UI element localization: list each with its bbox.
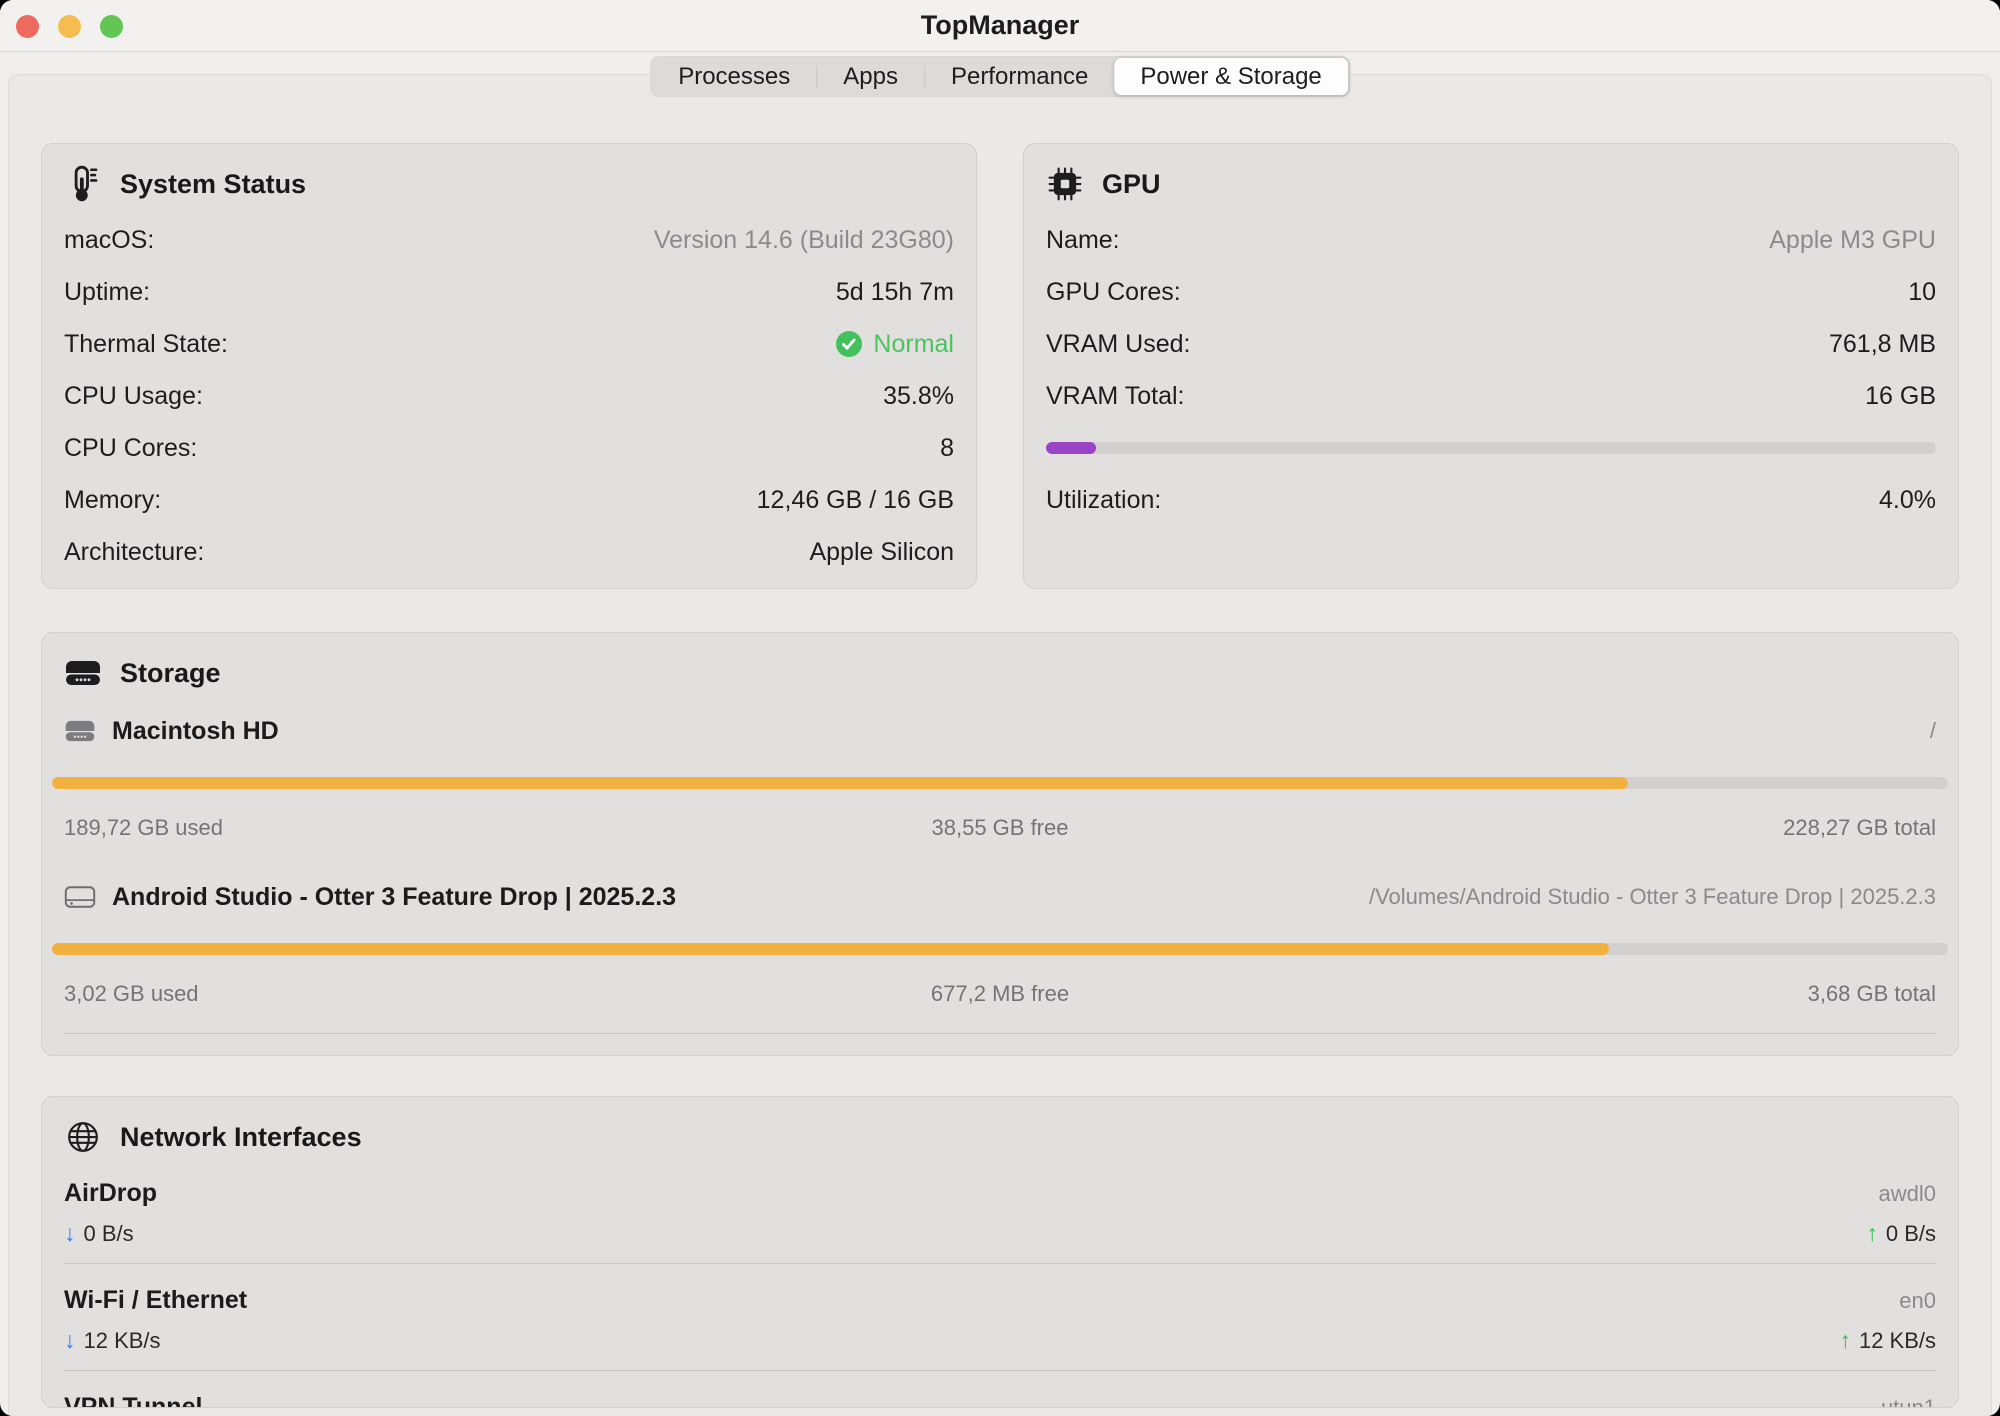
window-controls: [16, 0, 123, 52]
volume-name: Macintosh HD: [112, 717, 1914, 746]
storage-title: Storage: [120, 658, 221, 689]
window-title: TopManager: [0, 10, 2000, 41]
volume-row-macintosh-hd: Macintosh HD /: [64, 709, 1936, 753]
memory-row: Memory: 12,46 GB / 16 GB: [64, 474, 954, 526]
row-divider: [64, 1263, 1936, 1264]
external-drive-icon: [64, 884, 96, 910]
cpu-usage-row: CPU Usage: 35.8%: [64, 370, 954, 422]
volume-usage-fill: [52, 777, 1628, 789]
thermometer-icon: [64, 165, 102, 203]
close-window-button[interactable]: [16, 15, 39, 38]
interface-name: AirDrop: [64, 1179, 157, 1208]
gpu-utilization-row: Utilization: 4.0%: [1046, 474, 1936, 526]
used-label: 189,72 GB used: [64, 815, 688, 841]
architecture-row: Architecture: Apple Silicon: [64, 526, 954, 578]
thermal-state-row: Thermal State: Normal: [64, 318, 954, 370]
zoom-window-button[interactable]: [100, 15, 123, 38]
minimize-window-button[interactable]: [58, 15, 81, 38]
volume-usage-bar: [52, 777, 1948, 789]
check-circle-icon: [835, 330, 863, 358]
download-speed: ↓ 0 B/s: [64, 1220, 134, 1247]
upload-speed: ↑ 12 KB/s: [1839, 1327, 1936, 1354]
cpu-chip-icon: [1046, 167, 1084, 201]
free-label: 677,2 MB free: [688, 981, 1312, 1007]
interface-row-vpn-tunnel: VPN Tunnel utun1: [64, 1393, 1936, 1408]
volume-stats: 3,02 GB used 677,2 MB free 3,68 GB total: [64, 981, 1936, 1007]
upload-arrow-icon: ↑: [1839, 1327, 1851, 1354]
total-label: 228,27 GB total: [1312, 815, 1936, 841]
interface-name: Wi-Fi / Ethernet: [64, 1286, 247, 1315]
internal-drive-icon: [64, 659, 102, 687]
internal-drive-icon: [64, 719, 96, 743]
tab-bar: Processes Apps Performance Power & Stora…: [650, 56, 1350, 97]
total-label: 3,68 GB total: [1312, 981, 1936, 1007]
titlebar: TopManager: [0, 0, 2000, 52]
upload-arrow-icon: ↑: [1866, 1220, 1878, 1247]
interface-id: utun1: [1881, 1395, 1936, 1408]
upload-speed: ↑ 0 B/s: [1866, 1220, 1936, 1247]
uptime-row: Uptime: 5d 15h 7m: [64, 266, 954, 318]
volume-stats: 189,72 GB used 38,55 GB free 228,27 GB t…: [64, 815, 1936, 841]
volume-row-android-studio: Android Studio - Otter 3 Feature Drop | …: [64, 875, 1936, 919]
gpu-name-row: Name: Apple M3 GPU: [1046, 214, 1936, 266]
interface-row-airdrop: AirDrop awdl0 ↓ 0 B/s ↑ 0 B/s: [64, 1179, 1936, 1264]
interface-id: awdl0: [1879, 1181, 1936, 1207]
used-label: 3,02 GB used: [64, 981, 688, 1007]
gpu-cores-row: GPU Cores: 10: [1046, 266, 1936, 318]
interface-row-wifi-ethernet: Wi-Fi / Ethernet en0 ↓ 12 KB/s ↑ 12 KB/s: [64, 1286, 1936, 1371]
volume-name: Android Studio - Otter 3 Feature Drop | …: [112, 883, 1353, 912]
system-status-title: System Status: [120, 169, 306, 200]
tab-performance[interactable]: Performance: [925, 58, 1114, 95]
app-window: TopManager Processes Apps Performance Po…: [0, 0, 2000, 1416]
cpu-cores-row: CPU Cores: 8: [64, 422, 954, 474]
tab-processes[interactable]: Processes: [652, 58, 816, 95]
macos-row: macOS: Version 14.6 (Build 23G80): [64, 214, 954, 266]
volume-usage-fill: [52, 943, 1609, 955]
globe-icon: [64, 1120, 102, 1154]
main-content: System Status macOS: Version 14.6 (Build…: [8, 74, 1992, 1416]
storage-panel: Storage Macintosh HD /: [41, 632, 1959, 1056]
gpu-title: GPU: [1102, 169, 1161, 200]
gpu-panel: GPU Name: Apple M3 GPU GPU Cores: 10 VRA…: [1023, 143, 1959, 589]
row-divider: [64, 1033, 1936, 1034]
thermal-status-badge: Normal: [835, 330, 954, 359]
volume-usage-bar: [52, 943, 1948, 955]
tab-power-storage[interactable]: Power & Storage: [1114, 58, 1347, 95]
row-divider: [64, 1370, 1936, 1371]
vram-usage-fill: [1046, 442, 1096, 454]
vram-total-row: VRAM Total: 16 GB: [1046, 370, 1936, 422]
network-interfaces-title: Network Interfaces: [120, 1122, 362, 1153]
volume-mount-point: /: [1930, 718, 1936, 744]
interface-name: VPN Tunnel: [64, 1393, 202, 1408]
system-status-panel: System Status macOS: Version 14.6 (Build…: [41, 143, 977, 589]
network-interfaces-panel: Network Interfaces AirDrop awdl0 ↓ 0 B/s…: [41, 1096, 1959, 1408]
vram-used-row: VRAM Used: 761,8 MB: [1046, 318, 1936, 370]
interface-id: en0: [1899, 1288, 1936, 1314]
volume-mount-point: /Volumes/Android Studio - Otter 3 Featur…: [1369, 884, 1936, 910]
free-label: 38,55 GB free: [688, 815, 1312, 841]
vram-usage-bar: [1046, 422, 1936, 474]
download-speed: ↓ 12 KB/s: [64, 1327, 161, 1354]
download-arrow-icon: ↓: [64, 1220, 76, 1247]
tab-apps[interactable]: Apps: [817, 58, 924, 95]
download-arrow-icon: ↓: [64, 1327, 76, 1354]
